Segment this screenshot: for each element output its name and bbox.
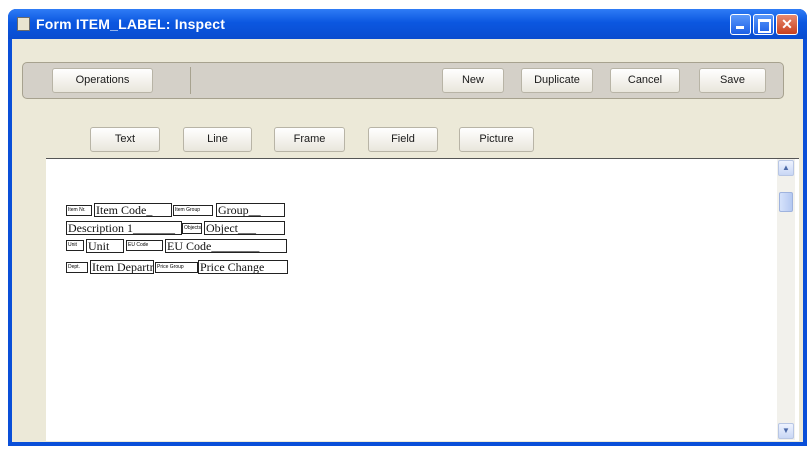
form-field-item-department[interactable]: Item Departm <box>90 260 154 274</box>
field-tool-button[interactable]: Field <box>368 127 438 152</box>
picture-tool-button[interactable]: Picture <box>459 127 534 152</box>
cancel-button[interactable]: Cancel <box>610 68 680 93</box>
maximize-button[interactable] <box>753 14 774 35</box>
window-client-area: Operations New Duplicate Cancel Save Tex… <box>12 39 803 442</box>
inspect-window: Form ITEM_LABEL: Inspect ✕ Operations Ne… <box>8 9 807 446</box>
close-button[interactable]: ✕ <box>776 14 798 35</box>
line-tool-button[interactable]: Line <box>183 127 252 152</box>
form-field-item-code[interactable]: Item Code_ <box>94 203 172 217</box>
frame-tool-button[interactable]: Frame <box>274 127 345 152</box>
toolbar-separator <box>190 67 191 94</box>
new-button[interactable]: New <box>442 68 504 93</box>
scroll-down-button[interactable]: ▼ <box>778 423 794 439</box>
button-bar: Operations New Duplicate Cancel Save <box>22 62 784 99</box>
title-bar[interactable]: Form ITEM_LABEL: Inspect ✕ <box>8 9 807 39</box>
form-field-eu-code[interactable]: EU Code________ <box>165 239 287 253</box>
form-label-dept[interactable]: Dept. <box>66 262 88 273</box>
form-field-object[interactable]: Object___ <box>204 221 285 235</box>
minimize-button[interactable] <box>730 14 751 35</box>
form-label-item-group[interactable]: Item Group <box>173 205 213 216</box>
form-field-description[interactable]: Description 1_______ <box>66 221 182 235</box>
close-icon: ✕ <box>781 16 793 32</box>
vertical-scrollbar[interactable]: ▲ ▼ <box>777 159 795 440</box>
scrollbar-thumb[interactable] <box>779 192 793 212</box>
form-label-unit[interactable]: Unit <box>66 240 84 251</box>
form-label-eu-code[interactable]: EU Code <box>126 240 163 251</box>
form-label-objects[interactable]: Objects <box>182 223 202 234</box>
form-field-price-change[interactable]: Price Change <box>198 260 288 274</box>
form-window-icon <box>17 17 30 31</box>
scroll-up-button[interactable]: ▲ <box>778 160 794 176</box>
duplicate-button[interactable]: Duplicate <box>521 68 593 93</box>
form-design-canvas[interactable]: Item Nr. Item Code_ Item Group Group__ D… <box>46 158 799 441</box>
window-title: Form ITEM_LABEL: Inspect <box>36 16 226 32</box>
form-field-group[interactable]: Group__ <box>216 203 285 217</box>
form-field-unit[interactable]: Unit <box>86 239 124 253</box>
save-button[interactable]: Save <box>699 68 766 93</box>
form-label-price-group[interactable]: Price Group <box>155 262 198 273</box>
form-label-item-nr[interactable]: Item Nr. <box>66 205 92 216</box>
operations-button[interactable]: Operations <box>52 68 153 93</box>
chevron-down-icon: ▼ <box>782 426 790 435</box>
chevron-up-icon: ▲ <box>782 163 790 172</box>
text-tool-button[interactable]: Text <box>90 127 160 152</box>
